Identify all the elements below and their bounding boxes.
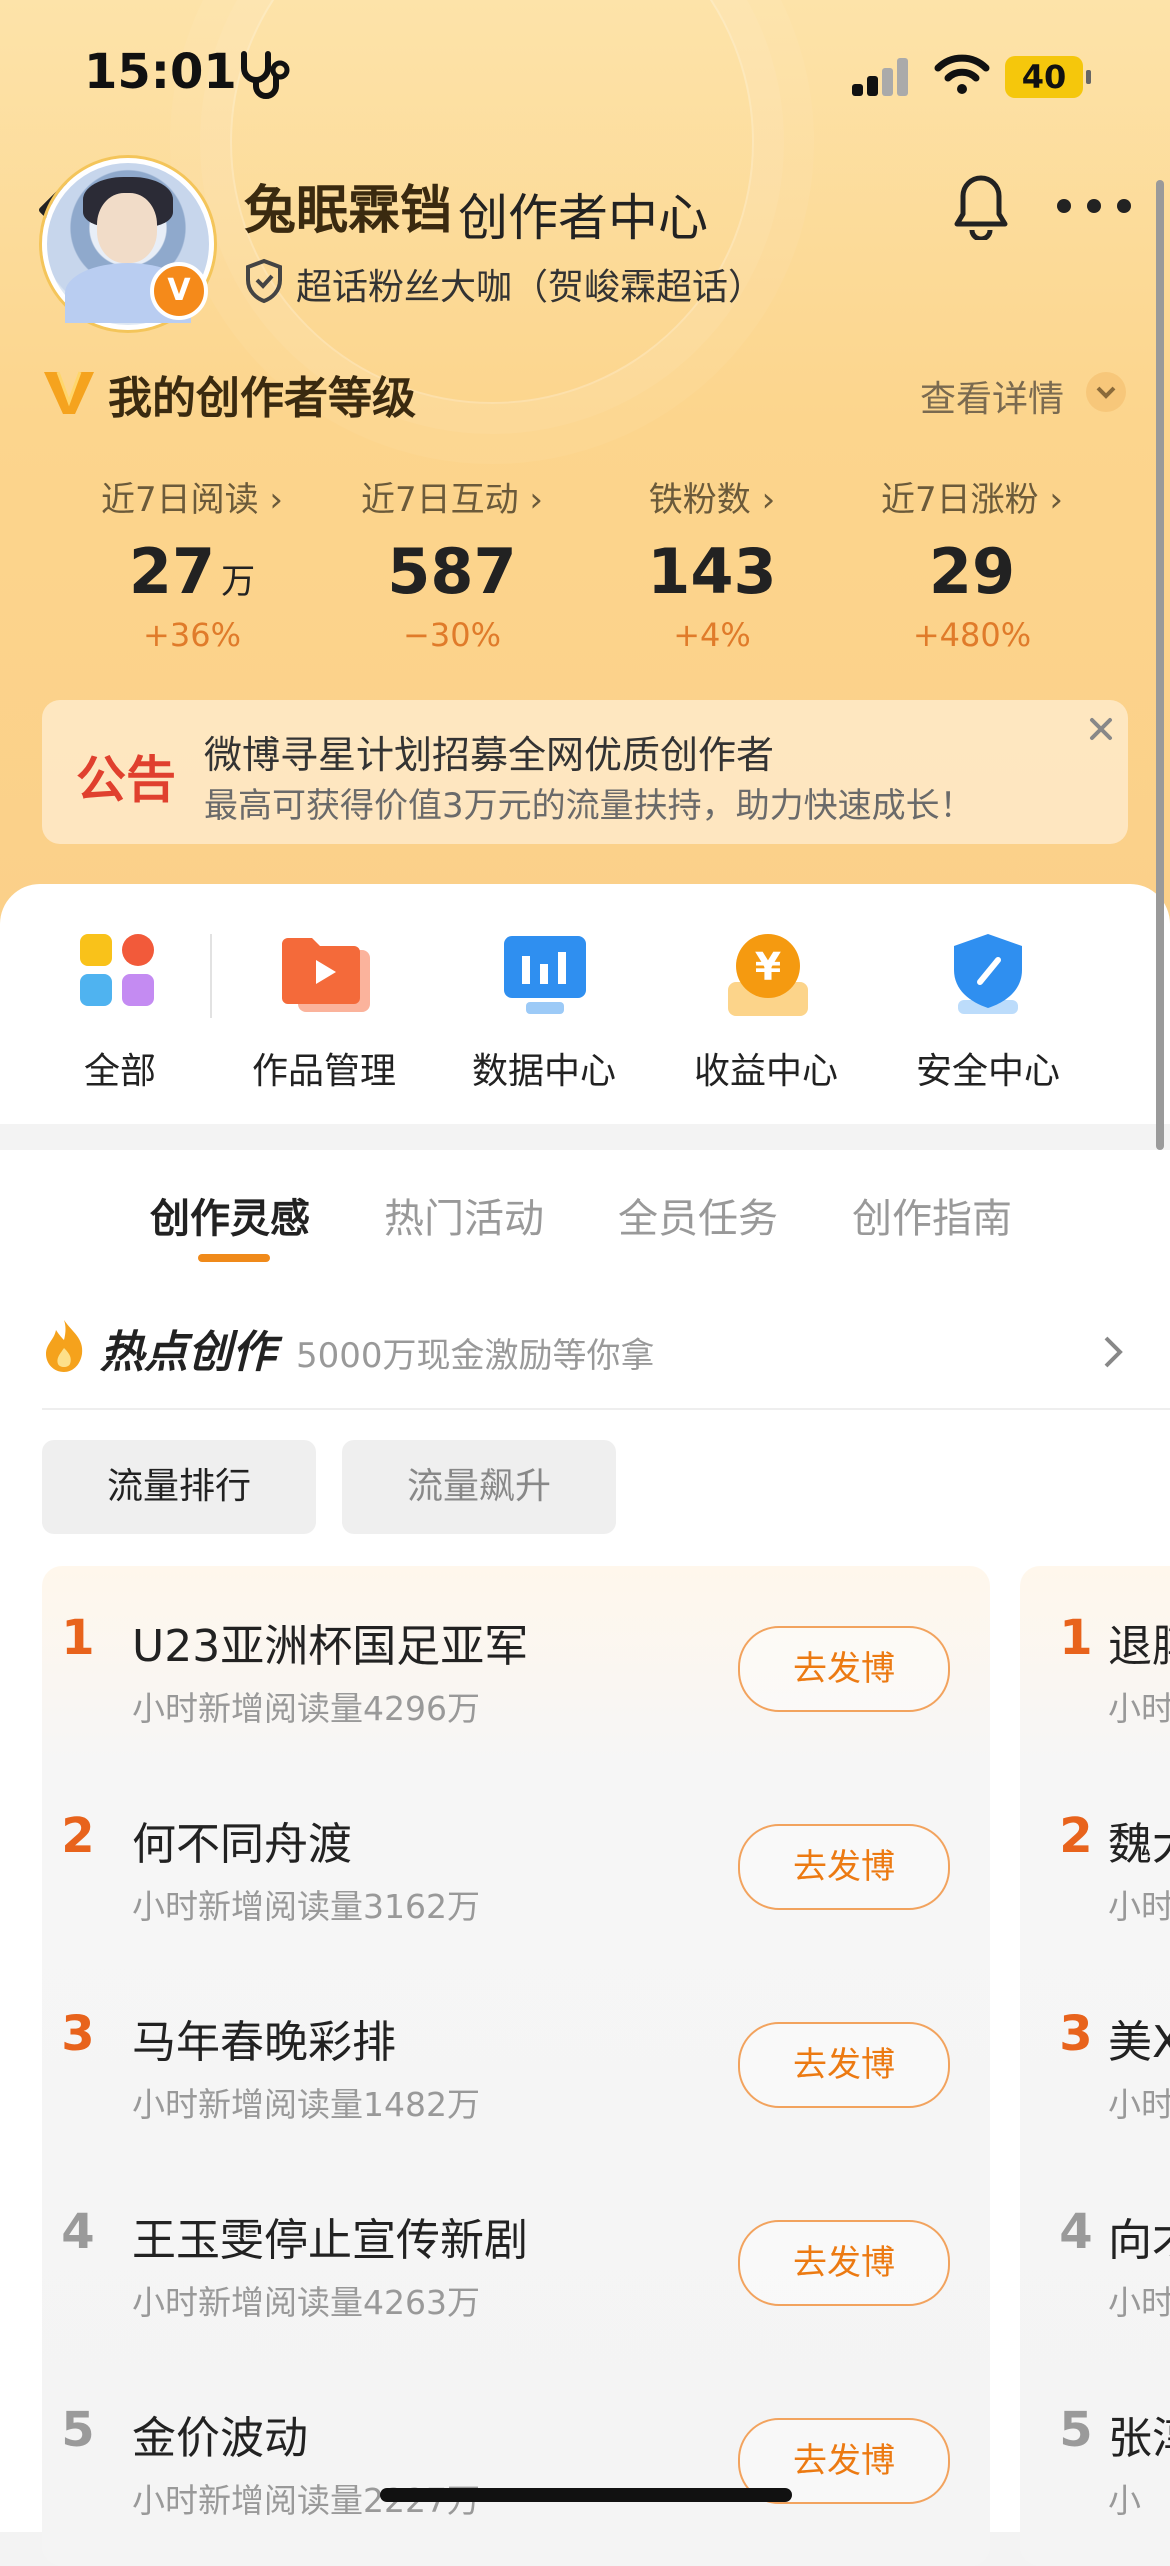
chevron-down-icon[interactable] — [1086, 372, 1126, 412]
battery-indicator: 40 — [1005, 56, 1091, 98]
works-play-icon — [282, 938, 370, 1012]
post-button[interactable]: 去发博 — [738, 1824, 950, 1910]
page-title: 创作者中心 — [458, 189, 708, 247]
notice-line2: 最高可获得价值3万元的流量扶持，助力快速成长！ — [204, 786, 974, 826]
chip-traffic-rank[interactable]: 流量排行 — [42, 1440, 316, 1534]
data-chart-icon — [504, 936, 586, 1014]
bell-icon[interactable] — [950, 172, 1012, 240]
list-item[interactable]: 5 金价波动 小时新增阅读量2227万 去发博 — [42, 2388, 990, 2532]
cellular-signal-icon — [852, 56, 912, 96]
grid-icon — [80, 934, 154, 1006]
notice-tag: 公告 — [76, 751, 176, 809]
scrollbar[interactable] — [1156, 180, 1164, 1150]
list-item[interactable]: 3 马年春晚彩排 小时新增阅读量1482万 去发博 — [42, 1992, 990, 2182]
shield-icon — [246, 258, 282, 304]
tab-hot-events[interactable]: 热门活动 — [384, 1186, 544, 1244]
fire-icon — [46, 1320, 83, 1372]
stethoscope-icon — [241, 51, 290, 99]
level-title: 我的创作者等级 — [108, 373, 416, 424]
tab-all-tasks[interactable]: 全员任务 — [618, 1186, 778, 1244]
list-item[interactable]: 4 王玉雯停止宣传新剧 小时新增阅读量4263万 去发博 — [42, 2190, 990, 2380]
chevron-right-icon[interactable] — [1102, 1334, 1124, 1370]
post-button[interactable]: 去发博 — [738, 2022, 950, 2108]
more-icon[interactable] — [1056, 196, 1132, 216]
post-button[interactable]: 去发博 — [738, 2220, 950, 2306]
close-icon[interactable] — [1084, 712, 1118, 746]
fan-badge[interactable]: 超话粉丝大咖（贺峻霖超话） — [296, 258, 764, 310]
list-item[interactable]: 1 U23亚洲杯国足亚军 小时新增阅读量4296万 去发博 — [42, 1596, 990, 1786]
divider — [42, 1408, 1170, 1410]
notice-line1: 微博寻星计划招募全网优质创作者 — [204, 733, 775, 777]
metric-reads[interactable]: 近7日阅读 › 27 万 +36% — [62, 472, 322, 654]
yuan-coin-icon: ¥ — [728, 934, 808, 1016]
home-indicator[interactable] — [380, 2488, 792, 2502]
metric-interactions[interactable]: 近7日互动 › 587 −30% — [322, 472, 582, 654]
tab-indicator — [198, 1254, 270, 1262]
status-time: 15:01 — [84, 44, 237, 100]
tools-divider — [210, 934, 212, 1018]
level-detail-link[interactable]: 查看详情 — [920, 370, 1064, 422]
verified-badge: V — [150, 262, 208, 320]
wifi-icon — [934, 54, 990, 94]
ranking-list-next[interactable]: 1 退膊 小时 2 魏大 小时 3 美X 小时 4 向才 小时 5 张淳 小 — [1020, 1566, 1170, 2566]
hot-title: 热点创作 — [100, 1327, 276, 1378]
hot-subtitle: 5000万现金激励等你拿 — [296, 1336, 655, 1376]
tab-guide[interactable]: 创作指南 — [852, 1186, 1012, 1244]
chip-traffic-surge[interactable]: 流量飙升 — [342, 1440, 616, 1534]
security-shield-icon — [954, 934, 1022, 1014]
post-button[interactable]: 去发博 — [738, 1626, 950, 1712]
svg-text:¥: ¥ — [755, 945, 781, 989]
metric-new-fans[interactable]: 近7日涨粉 › 29 +480% — [842, 472, 1102, 654]
tab-inspiration[interactable]: 创作灵感 — [150, 1186, 310, 1244]
username[interactable]: 兔眠霖铛 — [244, 168, 452, 243]
list-item[interactable]: 2 何不同舟渡 小时新增阅读量3162万 去发博 — [42, 1794, 990, 1984]
metric-iron-fans[interactable]: 铁粉数 › 143 +4% — [582, 472, 842, 654]
creator-level-icon — [44, 371, 94, 414]
